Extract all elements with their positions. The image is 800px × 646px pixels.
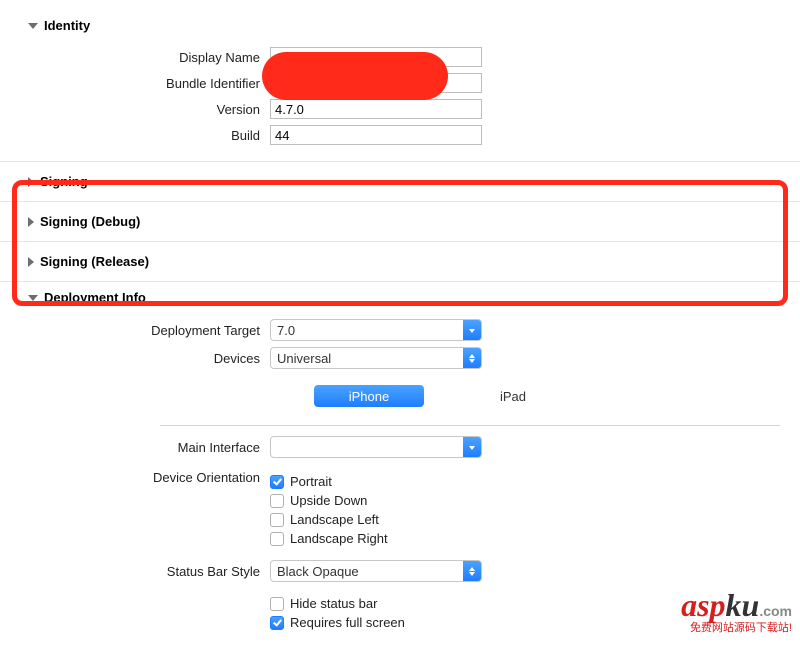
status-bar-style-value: Black Opaque (271, 561, 463, 581)
watermark-brand-a: asp (681, 587, 725, 623)
row-status-bar-options: Hide status bar Requires full screen (0, 592, 800, 634)
orientation-landscape-right-row[interactable]: Landscape Right (270, 531, 388, 546)
label-build: Build (0, 128, 270, 143)
section-title: Identity (44, 18, 90, 33)
row-build: Build (0, 125, 800, 145)
chevron-updown-icon (463, 348, 481, 368)
row-status-bar-style: Status Bar Style Black Opaque (0, 560, 800, 582)
row-device-orientation: Device Orientation Portrait Upside Down … (0, 470, 800, 550)
checkbox-upside-down[interactable] (270, 494, 284, 508)
disclosure-triangle-down-icon (28, 295, 38, 301)
checkbox-label: Hide status bar (290, 596, 377, 611)
section-signing-header[interactable]: Signing (0, 161, 800, 201)
disclosure-triangle-right-icon (28, 217, 34, 227)
label-bundle-identifier: Bundle Identifier (0, 76, 270, 91)
orientation-landscape-left-row[interactable]: Landscape Left (270, 512, 388, 527)
main-interface-combo[interactable] (270, 436, 482, 458)
chevron-down-icon (463, 437, 481, 457)
checkbox-label: Landscape Left (290, 512, 379, 527)
devices-value: Universal (271, 348, 463, 368)
orientation-portrait-row[interactable]: Portrait (270, 474, 388, 489)
checkbox-label: Portrait (290, 474, 332, 489)
version-input[interactable] (270, 99, 482, 119)
main-interface-value (271, 437, 463, 457)
chevron-updown-icon (463, 561, 481, 581)
section-signing-release-header[interactable]: Signing (Release) (0, 241, 800, 281)
disclosure-triangle-down-icon (28, 23, 38, 29)
section-identity-header[interactable]: Identity (0, 0, 800, 41)
section-deployment-info-header[interactable]: Deployment Info (0, 281, 800, 313)
deployment-target-combo[interactable]: 7.0 (270, 319, 482, 341)
section-title: Signing (Release) (40, 254, 149, 269)
checkbox-hide-status-bar[interactable] (270, 597, 284, 611)
row-main-interface: Main Interface (0, 436, 800, 458)
watermark-dot-com: .com (759, 603, 792, 619)
label-device-orientation: Device Orientation (0, 470, 270, 485)
requires-full-screen-row[interactable]: Requires full screen (270, 615, 405, 630)
tab-iphone[interactable]: iPhone (314, 385, 424, 407)
checkbox-portrait[interactable] (270, 475, 284, 489)
label-main-interface: Main Interface (0, 440, 270, 455)
status-bar-style-combo[interactable]: Black Opaque (270, 560, 482, 582)
watermark: aspku.com 免费网站源码下载站! (681, 589, 792, 634)
row-device-tabs: iPhone iPad (0, 375, 800, 417)
checkbox-landscape-left[interactable] (270, 513, 284, 527)
deployment-target-value: 7.0 (271, 320, 463, 340)
label-deployment-target: Deployment Target (0, 323, 270, 338)
watermark-tagline: 免费网站源码下载站! (681, 623, 792, 634)
label-status-bar-style: Status Bar Style (0, 564, 270, 579)
orientation-upside-down-row[interactable]: Upside Down (270, 493, 388, 508)
annotation-redaction (262, 52, 448, 100)
watermark-brand-b: ku (726, 587, 760, 623)
disclosure-triangle-right-icon (28, 257, 34, 267)
checkbox-label: Landscape Right (290, 531, 388, 546)
row-devices: Devices Universal (0, 347, 800, 369)
build-input[interactable] (270, 125, 482, 145)
row-deployment-target: Deployment Target 7.0 (0, 319, 800, 341)
devices-combo[interactable]: Universal (270, 347, 482, 369)
label-display-name: Display Name (0, 50, 270, 65)
checkbox-label: Upside Down (290, 493, 367, 508)
tab-ipad[interactable]: iPad (458, 385, 568, 407)
divider (160, 425, 780, 426)
section-title: Deployment Info (44, 290, 146, 305)
chevron-down-icon (463, 320, 481, 340)
checkbox-requires-full-screen[interactable] (270, 616, 284, 630)
checkbox-label: Requires full screen (290, 615, 405, 630)
label-devices: Devices (0, 351, 270, 366)
hide-status-bar-row[interactable]: Hide status bar (270, 596, 405, 611)
section-signing-debug-header[interactable]: Signing (Debug) (0, 201, 800, 241)
section-title: Signing (40, 174, 88, 189)
label-version: Version (0, 102, 270, 117)
checkbox-landscape-right[interactable] (270, 532, 284, 546)
row-version: Version (0, 99, 800, 119)
section-title: Signing (Debug) (40, 214, 140, 229)
disclosure-triangle-right-icon (28, 177, 34, 187)
